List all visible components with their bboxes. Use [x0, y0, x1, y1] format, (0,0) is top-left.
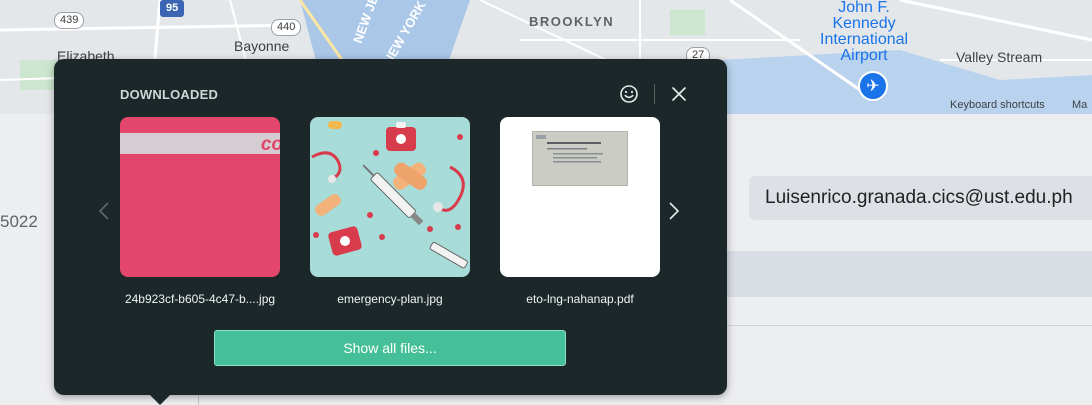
- chevron-left-icon[interactable]: [94, 199, 114, 223]
- file-name: 24b923cf-b605-4c47-b....jpg: [124, 292, 276, 306]
- card-logo-text: co: [260, 134, 280, 155]
- side-number-text: 5022: [0, 212, 38, 231]
- map-label-jfk-airport: John F. Kennedy International Airport: [820, 0, 908, 64]
- jfk-line-2: Kennedy: [832, 15, 896, 32]
- jfk-line-3: International: [820, 31, 909, 48]
- header-divider: [654, 84, 655, 104]
- airplane-icon[interactable]: ✈: [858, 71, 888, 101]
- chevron-right-icon[interactable]: [664, 199, 684, 223]
- show-all-files-button[interactable]: Show all files...: [214, 330, 566, 366]
- file-thumbnail: [310, 117, 470, 277]
- downloads-panel: DOWNLOADED co 24b923cf-b605-4c47-b....jp…: [54, 59, 727, 405]
- downloads-title: DOWNLOADED: [120, 87, 219, 102]
- jfk-line-4: Airport: [840, 47, 888, 64]
- download-item[interactable]: co 24b923cf-b605-4c47-b....jpg: [120, 117, 280, 306]
- download-item[interactable]: eto-lng-nahanap.pdf: [500, 117, 660, 306]
- divider-line: [700, 325, 1092, 326]
- jfk-line-1: John F.: [838, 0, 890, 16]
- download-item[interactable]: emergency-plan.jpg: [310, 117, 470, 306]
- file-thumbnail: co: [120, 117, 280, 277]
- file-thumbnail: [500, 117, 660, 277]
- route-shield-95: 95: [160, 0, 185, 17]
- medical-illustration: [311, 121, 468, 269]
- close-icon[interactable]: [667, 82, 691, 106]
- file-name: eto-lng-nahanap.pdf: [526, 292, 634, 306]
- route-shield-439: 439: [54, 12, 85, 29]
- file-name: emergency-plan.jpg: [337, 292, 443, 306]
- map-label-valley-stream: Valley Stream: [956, 49, 1043, 65]
- map-data-link[interactable]: Ma: [1072, 99, 1087, 111]
- route-shield-440: 440: [271, 19, 302, 36]
- smile-icon[interactable]: [617, 82, 641, 106]
- keyboard-shortcuts-link[interactable]: Keyboard shortcuts: [950, 99, 1045, 111]
- map-label-brooklyn: BROOKLYN: [529, 14, 615, 29]
- content-band: [700, 251, 1092, 297]
- pdf-page-preview: [532, 131, 628, 186]
- map-label-bayonne: Bayonne: [234, 38, 290, 54]
- email-field[interactable]: Luisenrico.granada.cics@ust.edu.ph: [749, 176, 1092, 220]
- card-stripe: [120, 133, 280, 154]
